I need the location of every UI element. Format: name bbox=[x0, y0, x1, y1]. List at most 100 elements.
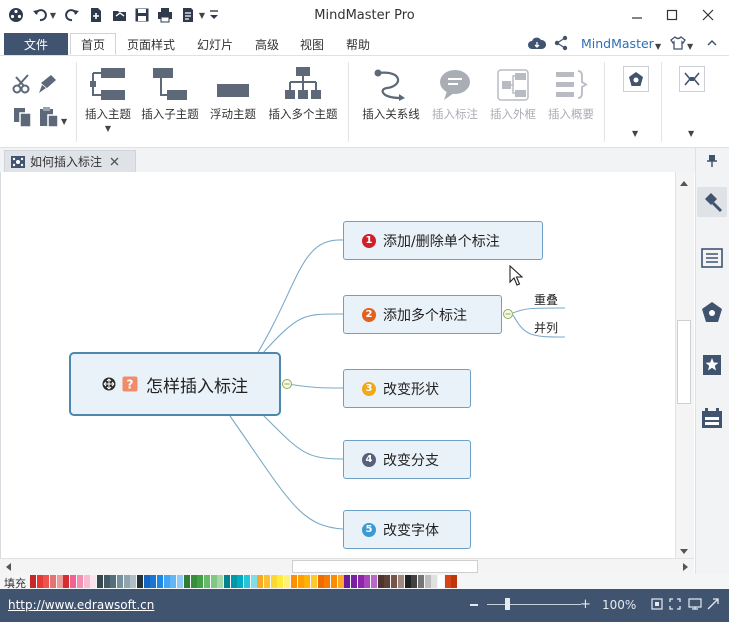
color-swatch[interactable] bbox=[277, 575, 284, 588]
color-swatch[interactable] bbox=[304, 575, 311, 588]
task-panel-button[interactable] bbox=[697, 403, 727, 433]
skin-shirt-icon[interactable] bbox=[670, 35, 686, 54]
color-swatch[interactable] bbox=[250, 575, 257, 588]
file-menu[interactable]: 文件 bbox=[4, 33, 68, 55]
paste-icon[interactable] bbox=[38, 106, 60, 131]
outline-panel-button[interactable] bbox=[697, 243, 727, 273]
scroll-right-icon[interactable] bbox=[682, 561, 690, 575]
account-menu[interactable]: MindMaster bbox=[581, 36, 654, 51]
tab-help[interactable]: 帮助 bbox=[339, 33, 377, 55]
zoom-slider-track[interactable] bbox=[487, 604, 581, 605]
fit-page-icon[interactable] bbox=[651, 598, 663, 613]
color-swatch[interactable] bbox=[424, 575, 431, 588]
insert-topic-button[interactable]: 插入主题 ▼ bbox=[82, 64, 134, 133]
pin-panel-icon[interactable] bbox=[706, 154, 718, 171]
zoom-slider-handle[interactable] bbox=[505, 598, 510, 610]
format-painter-icon[interactable] bbox=[38, 73, 58, 98]
tab-page-style[interactable]: 页面样式 bbox=[120, 33, 182, 55]
central-topic[interactable]: ? 怎样插入标注 bbox=[69, 352, 281, 416]
topic-4[interactable]: 4 改变分支 bbox=[343, 440, 471, 479]
subtopic-parallel[interactable]: 并列 bbox=[534, 319, 558, 336]
topic-2[interactable]: 2 添加多个标注 bbox=[343, 295, 502, 334]
color-swatch[interactable] bbox=[110, 575, 117, 588]
tab-slides[interactable]: 幻灯片 bbox=[190, 33, 240, 55]
insert-boundary-button[interactable]: 插入外框 bbox=[486, 64, 540, 122]
question-mark-icon[interactable]: ? bbox=[122, 376, 138, 392]
zoom-out-button[interactable] bbox=[470, 604, 478, 606]
color-swatch[interactable] bbox=[217, 575, 224, 588]
color-swatch[interactable] bbox=[411, 575, 418, 588]
color-swatch[interactable] bbox=[103, 575, 110, 588]
color-swatch[interactable] bbox=[157, 575, 164, 588]
color-swatch[interactable] bbox=[190, 575, 197, 588]
share-icon[interactable] bbox=[554, 35, 568, 54]
color-swatch[interactable] bbox=[324, 575, 331, 588]
topic-1[interactable]: 1 添加/删除单个标注 bbox=[343, 221, 543, 260]
insert-subtopic-button[interactable]: 插入子主题 bbox=[138, 64, 202, 122]
insert-relationship-button[interactable]: 插入关系线 bbox=[358, 64, 424, 122]
color-swatch[interactable] bbox=[130, 575, 137, 588]
color-swatch[interactable] bbox=[330, 575, 337, 588]
color-swatch[interactable] bbox=[90, 575, 97, 588]
horizontal-scroll-thumb[interactable] bbox=[292, 560, 478, 573]
color-swatch[interactable] bbox=[143, 575, 150, 588]
color-swatch[interactable] bbox=[183, 575, 190, 588]
color-swatch[interactable] bbox=[344, 575, 351, 588]
format-panel-button[interactable] bbox=[697, 187, 727, 217]
color-swatch[interactable] bbox=[43, 575, 50, 588]
color-swatch[interactable] bbox=[70, 575, 77, 588]
color-swatch[interactable] bbox=[377, 575, 384, 588]
color-swatch[interactable] bbox=[230, 575, 237, 588]
color-swatch[interactable] bbox=[437, 575, 444, 588]
color-swatch[interactable] bbox=[237, 575, 244, 588]
color-swatch[interactable] bbox=[170, 575, 177, 588]
color-swatch[interactable] bbox=[96, 575, 103, 588]
color-swatch[interactable] bbox=[444, 575, 451, 588]
insert-summary-button[interactable]: 插入概要 bbox=[544, 64, 598, 122]
color-swatch[interactable] bbox=[30, 575, 36, 588]
color-swatch[interactable] bbox=[197, 575, 204, 588]
insert-callout-button[interactable]: 插入标注 bbox=[428, 64, 482, 122]
color-swatch[interactable] bbox=[177, 575, 184, 588]
layout-button[interactable] bbox=[679, 66, 705, 92]
presentation-icon[interactable] bbox=[688, 598, 702, 613]
color-swatch[interactable] bbox=[310, 575, 317, 588]
cut-icon[interactable] bbox=[12, 74, 34, 97]
website-link[interactable]: http://www.edrawsoft.cn bbox=[8, 598, 154, 612]
clip-art-dropdown-icon[interactable]: ▼ bbox=[632, 125, 638, 139]
color-swatch[interactable] bbox=[150, 575, 157, 588]
layout-dropdown-icon[interactable]: ▼ bbox=[688, 125, 694, 139]
color-swatch[interactable] bbox=[290, 575, 297, 588]
color-swatch[interactable] bbox=[451, 575, 458, 588]
collapse-ribbon-icon[interactable] bbox=[706, 37, 718, 51]
color-swatch[interactable] bbox=[264, 575, 271, 588]
topic-3[interactable]: 3 改变形状 bbox=[343, 369, 471, 408]
color-swatch[interactable] bbox=[364, 575, 371, 588]
color-swatch[interactable] bbox=[116, 575, 123, 588]
tab-home[interactable]: 首页 bbox=[70, 33, 116, 55]
scroll-left-icon[interactable] bbox=[4, 561, 12, 575]
close-tab-icon[interactable] bbox=[110, 157, 119, 166]
paste-dropdown-icon[interactable]: ▼ bbox=[61, 113, 67, 127]
full-screen-icon[interactable] bbox=[669, 598, 681, 613]
subtopic-overlap[interactable]: 重叠 bbox=[534, 291, 558, 308]
color-swatch[interactable] bbox=[203, 575, 210, 588]
marks-panel-button[interactable] bbox=[697, 350, 727, 380]
color-swatch[interactable] bbox=[297, 575, 304, 588]
color-swatch[interactable] bbox=[76, 575, 83, 588]
color-swatch[interactable] bbox=[284, 575, 291, 588]
clipart-panel-button[interactable] bbox=[697, 297, 727, 327]
color-swatch[interactable] bbox=[404, 575, 411, 588]
tab-view[interactable]: 视图 bbox=[293, 33, 331, 55]
color-swatch[interactable] bbox=[83, 575, 90, 588]
account-dropdown-icon[interactable]: ▼ bbox=[655, 38, 661, 52]
minimize-button[interactable] bbox=[626, 6, 648, 24]
scroll-up-icon[interactable] bbox=[679, 176, 689, 190]
color-swatch[interactable] bbox=[56, 575, 63, 588]
cloud-icon[interactable] bbox=[528, 36, 547, 53]
skin-dropdown-icon[interactable]: ▼ bbox=[687, 38, 693, 52]
color-swatch[interactable] bbox=[351, 575, 357, 588]
maximize-button[interactable] bbox=[661, 6, 683, 24]
color-swatch[interactable] bbox=[244, 575, 250, 588]
color-swatch[interactable] bbox=[36, 575, 43, 588]
